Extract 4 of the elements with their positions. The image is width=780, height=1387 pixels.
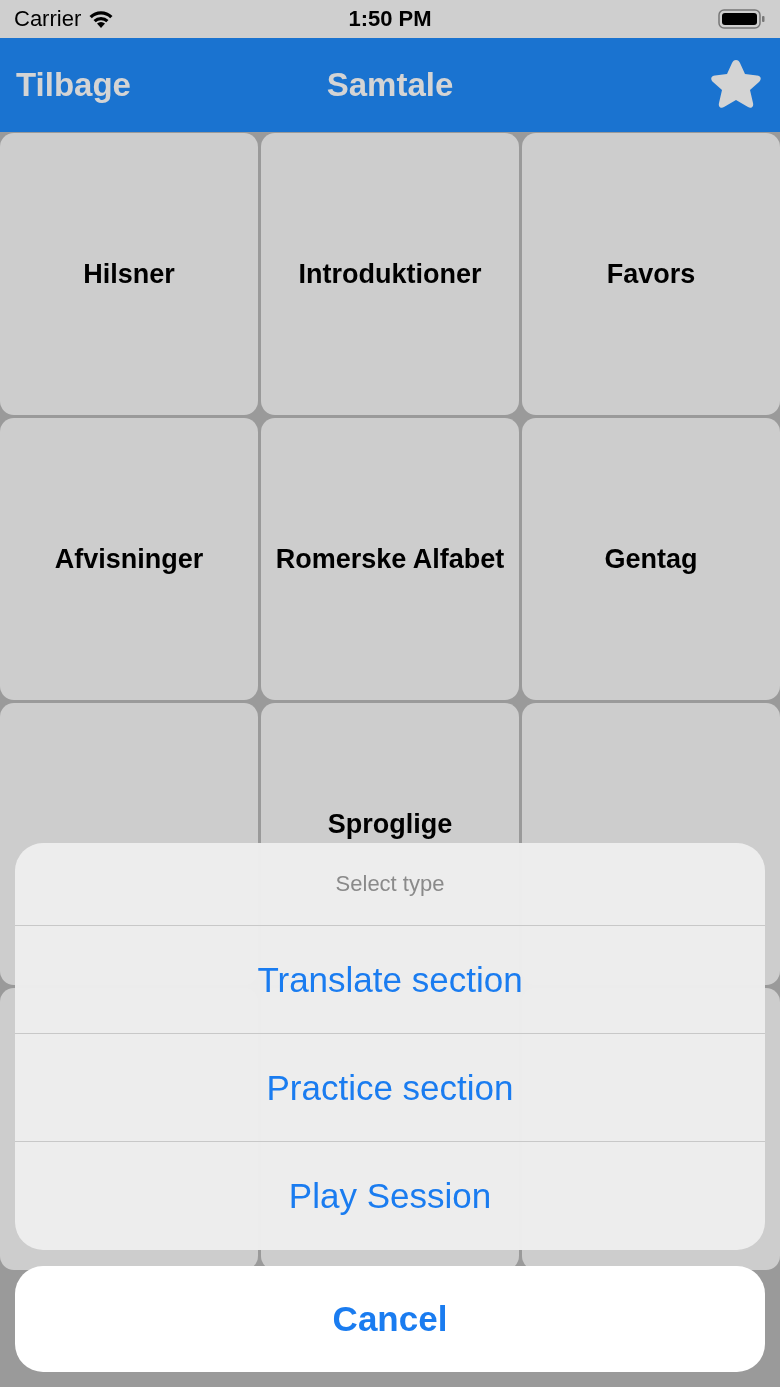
time-label: 1:50 PM	[348, 6, 432, 32]
nav-title: Samtale	[326, 66, 454, 104]
carrier-label: Carrier	[14, 6, 82, 32]
sheet-title: Select type	[15, 843, 765, 926]
